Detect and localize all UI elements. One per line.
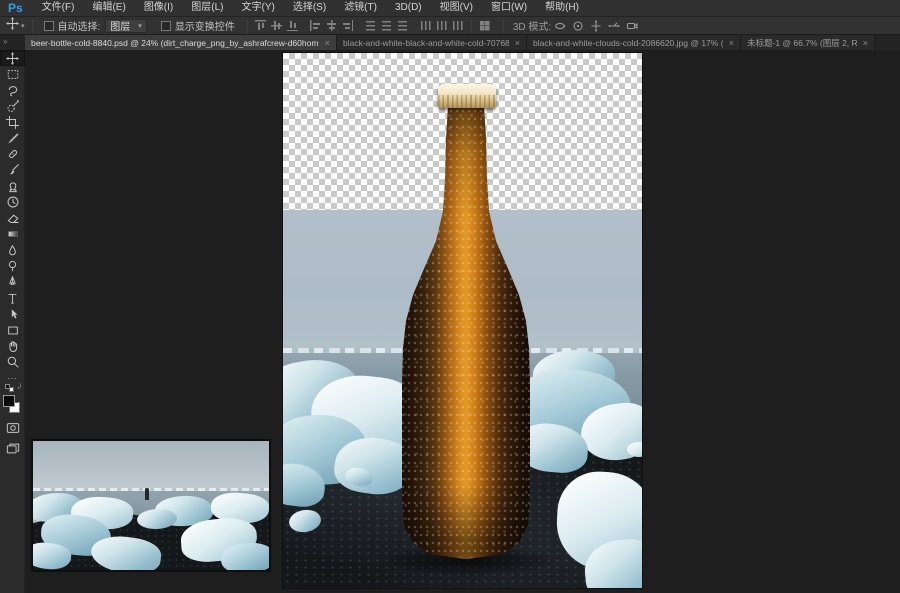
hand-tool[interactable] bbox=[0, 338, 25, 354]
pen-tool[interactable] bbox=[0, 274, 25, 290]
align-bottom-edges-icon[interactable] bbox=[287, 20, 298, 31]
move-tool-icon bbox=[6, 17, 19, 35]
quick-selection-tool[interactable] bbox=[0, 98, 25, 114]
menu-3d[interactable]: 3D(D) bbox=[386, 0, 431, 16]
floating-image-window[interactable] bbox=[31, 439, 271, 572]
auto-select-label: 自动选择: bbox=[58, 18, 101, 33]
menu-help[interactable]: 帮助(H) bbox=[536, 0, 588, 16]
align-horizontal-centers-icon[interactable] bbox=[326, 20, 337, 31]
distribute-vertical-centers-icon[interactable] bbox=[381, 20, 392, 31]
distribute-bottom-edges-icon[interactable] bbox=[397, 20, 408, 31]
dodge-tool[interactable] bbox=[0, 258, 25, 274]
history-brush-tool[interactable] bbox=[0, 194, 25, 210]
person-silhouette bbox=[145, 488, 149, 500]
panel-collapse-icon[interactable]: » bbox=[0, 35, 25, 50]
auto-select-dropdown[interactable]: 图层 ▾ bbox=[105, 19, 147, 33]
mode-3d-label: 3D 模式: bbox=[513, 18, 551, 33]
close-icon[interactable]: × bbox=[325, 38, 330, 48]
eyedropper-tool[interactable] bbox=[0, 130, 25, 146]
distribute-right-edges-icon[interactable] bbox=[452, 20, 463, 31]
path-selection-tool[interactable] bbox=[0, 306, 25, 322]
menu-type[interactable]: 文字(Y) bbox=[233, 0, 284, 16]
blur-tool[interactable] bbox=[0, 242, 25, 258]
menu-bar: Ps 文件(F) 编辑(E) 图像(I) 图层(L) 文字(Y) 选择(S) 滤… bbox=[0, 0, 900, 17]
auto-align-layers-icon[interactable] bbox=[479, 20, 490, 31]
distribute-top-edges-icon[interactable] bbox=[365, 20, 376, 31]
tool-preset-caret[interactable]: ▾ bbox=[21, 22, 25, 30]
align-vertical-centers-icon[interactable] bbox=[271, 20, 282, 31]
distribute-horizontal-centers-icon[interactable] bbox=[436, 20, 447, 31]
clone-stamp-tool[interactable] bbox=[0, 178, 25, 194]
color-swatches[interactable] bbox=[0, 394, 25, 416]
tab-beer-bottle-cold[interactable]: beer-bottle-cold-8840.psd @ 24% (dirt_ch… bbox=[25, 35, 337, 50]
tab-untitled-1[interactable]: 未标题-1 @ 66.7% (图层 2, RGB/8... × bbox=[741, 35, 875, 50]
photoshop-window: Ps 文件(F) 编辑(E) 图像(I) 图层(L) 文字(Y) 选择(S) 滤… bbox=[0, 0, 900, 593]
distribute-left-edges-icon[interactable] bbox=[420, 20, 431, 31]
3d-roll-icon[interactable] bbox=[572, 20, 584, 32]
tab-black-and-white-cold[interactable]: black-and-white-black-and-white-cold-707… bbox=[337, 35, 527, 50]
tab-label: black-and-white-clouds-cold-2086620.jpg … bbox=[533, 37, 723, 49]
canvas[interactable] bbox=[283, 53, 642, 588]
3d-pan-icon[interactable] bbox=[590, 20, 602, 32]
align-right-edges-icon[interactable] bbox=[342, 20, 353, 31]
align-left-edges-icon[interactable] bbox=[310, 20, 321, 31]
default-colors-control[interactable]: ⤸ bbox=[0, 382, 25, 394]
menu-image[interactable]: 图像(I) bbox=[135, 0, 182, 16]
brush-tool[interactable] bbox=[0, 162, 25, 178]
3d-zoom-icon[interactable] bbox=[626, 20, 638, 32]
menu-view[interactable]: 视图(V) bbox=[431, 0, 482, 16]
tab-label: 未标题-1 @ 66.7% (图层 2, RGB/8... bbox=[747, 37, 857, 49]
menu-file[interactable]: 文件(F) bbox=[33, 0, 84, 16]
auto-select-checkbox[interactable] bbox=[44, 21, 54, 31]
close-icon[interactable]: × bbox=[863, 38, 868, 48]
3d-slide-icon[interactable] bbox=[608, 20, 620, 32]
default-background-icon bbox=[9, 387, 14, 392]
rectangle-tool[interactable] bbox=[0, 322, 25, 338]
separator bbox=[32, 19, 33, 33]
lasso-tool[interactable] bbox=[0, 82, 25, 98]
tab-clouds-cold[interactable]: black-and-white-clouds-cold-2086620.jpg … bbox=[527, 35, 741, 50]
crop-tool[interactable] bbox=[0, 114, 25, 130]
3d-rotate-icon[interactable] bbox=[554, 20, 566, 32]
align-top-edges-icon[interactable] bbox=[255, 20, 266, 31]
photoshop-logo: Ps bbox=[0, 1, 33, 15]
swap-colors-icon: ⤸ bbox=[17, 384, 21, 391]
foreground-color-swatch[interactable] bbox=[3, 395, 15, 407]
separator bbox=[471, 19, 472, 33]
menu-filter[interactable]: 滤镜(T) bbox=[335, 0, 386, 16]
show-transform-label: 显示变换控件 bbox=[175, 18, 235, 33]
zoom-tool[interactable] bbox=[0, 354, 25, 370]
type-tool[interactable] bbox=[0, 290, 25, 306]
menu-layer[interactable]: 图层(L) bbox=[182, 0, 232, 16]
edit-toolbar-ellipsis[interactable]: ... bbox=[0, 370, 25, 382]
spot-healing-brush-tool[interactable] bbox=[0, 146, 25, 162]
close-icon[interactable]: × bbox=[515, 38, 520, 48]
screen-mode-button[interactable] bbox=[0, 440, 25, 456]
document-tab-bar: » beer-bottle-cold-8840.psd @ 24% (dirt_… bbox=[0, 35, 900, 50]
quick-mask-button[interactable] bbox=[0, 420, 25, 436]
chevron-down-icon: ▾ bbox=[138, 22, 142, 30]
tab-label: beer-bottle-cold-8840.psd @ 24% (dirt_ch… bbox=[31, 37, 319, 49]
separator bbox=[503, 19, 504, 33]
gradient-tool[interactable] bbox=[0, 226, 25, 242]
close-icon[interactable]: × bbox=[729, 38, 734, 48]
move-tool[interactable] bbox=[0, 50, 25, 66]
menu-edit[interactable]: 编辑(E) bbox=[83, 0, 134, 16]
menu-select[interactable]: 选择(S) bbox=[284, 0, 335, 16]
options-bar: ▾ 自动选择: 图层 ▾ 显示变换控件 3D 模式: bbox=[0, 17, 900, 35]
auto-select-value: 图层 bbox=[110, 18, 130, 33]
tools-panel: ... ⤸ bbox=[0, 50, 25, 593]
eraser-tool[interactable] bbox=[0, 210, 25, 226]
tab-label: black-and-white-black-and-white-cold-707… bbox=[343, 38, 509, 48]
bottle-cap bbox=[438, 84, 496, 108]
separator bbox=[247, 19, 248, 33]
rectangular-marquee-tool[interactable] bbox=[0, 66, 25, 82]
show-transform-checkbox[interactable] bbox=[161, 21, 171, 31]
menu-window[interactable]: 窗口(W) bbox=[482, 0, 536, 16]
